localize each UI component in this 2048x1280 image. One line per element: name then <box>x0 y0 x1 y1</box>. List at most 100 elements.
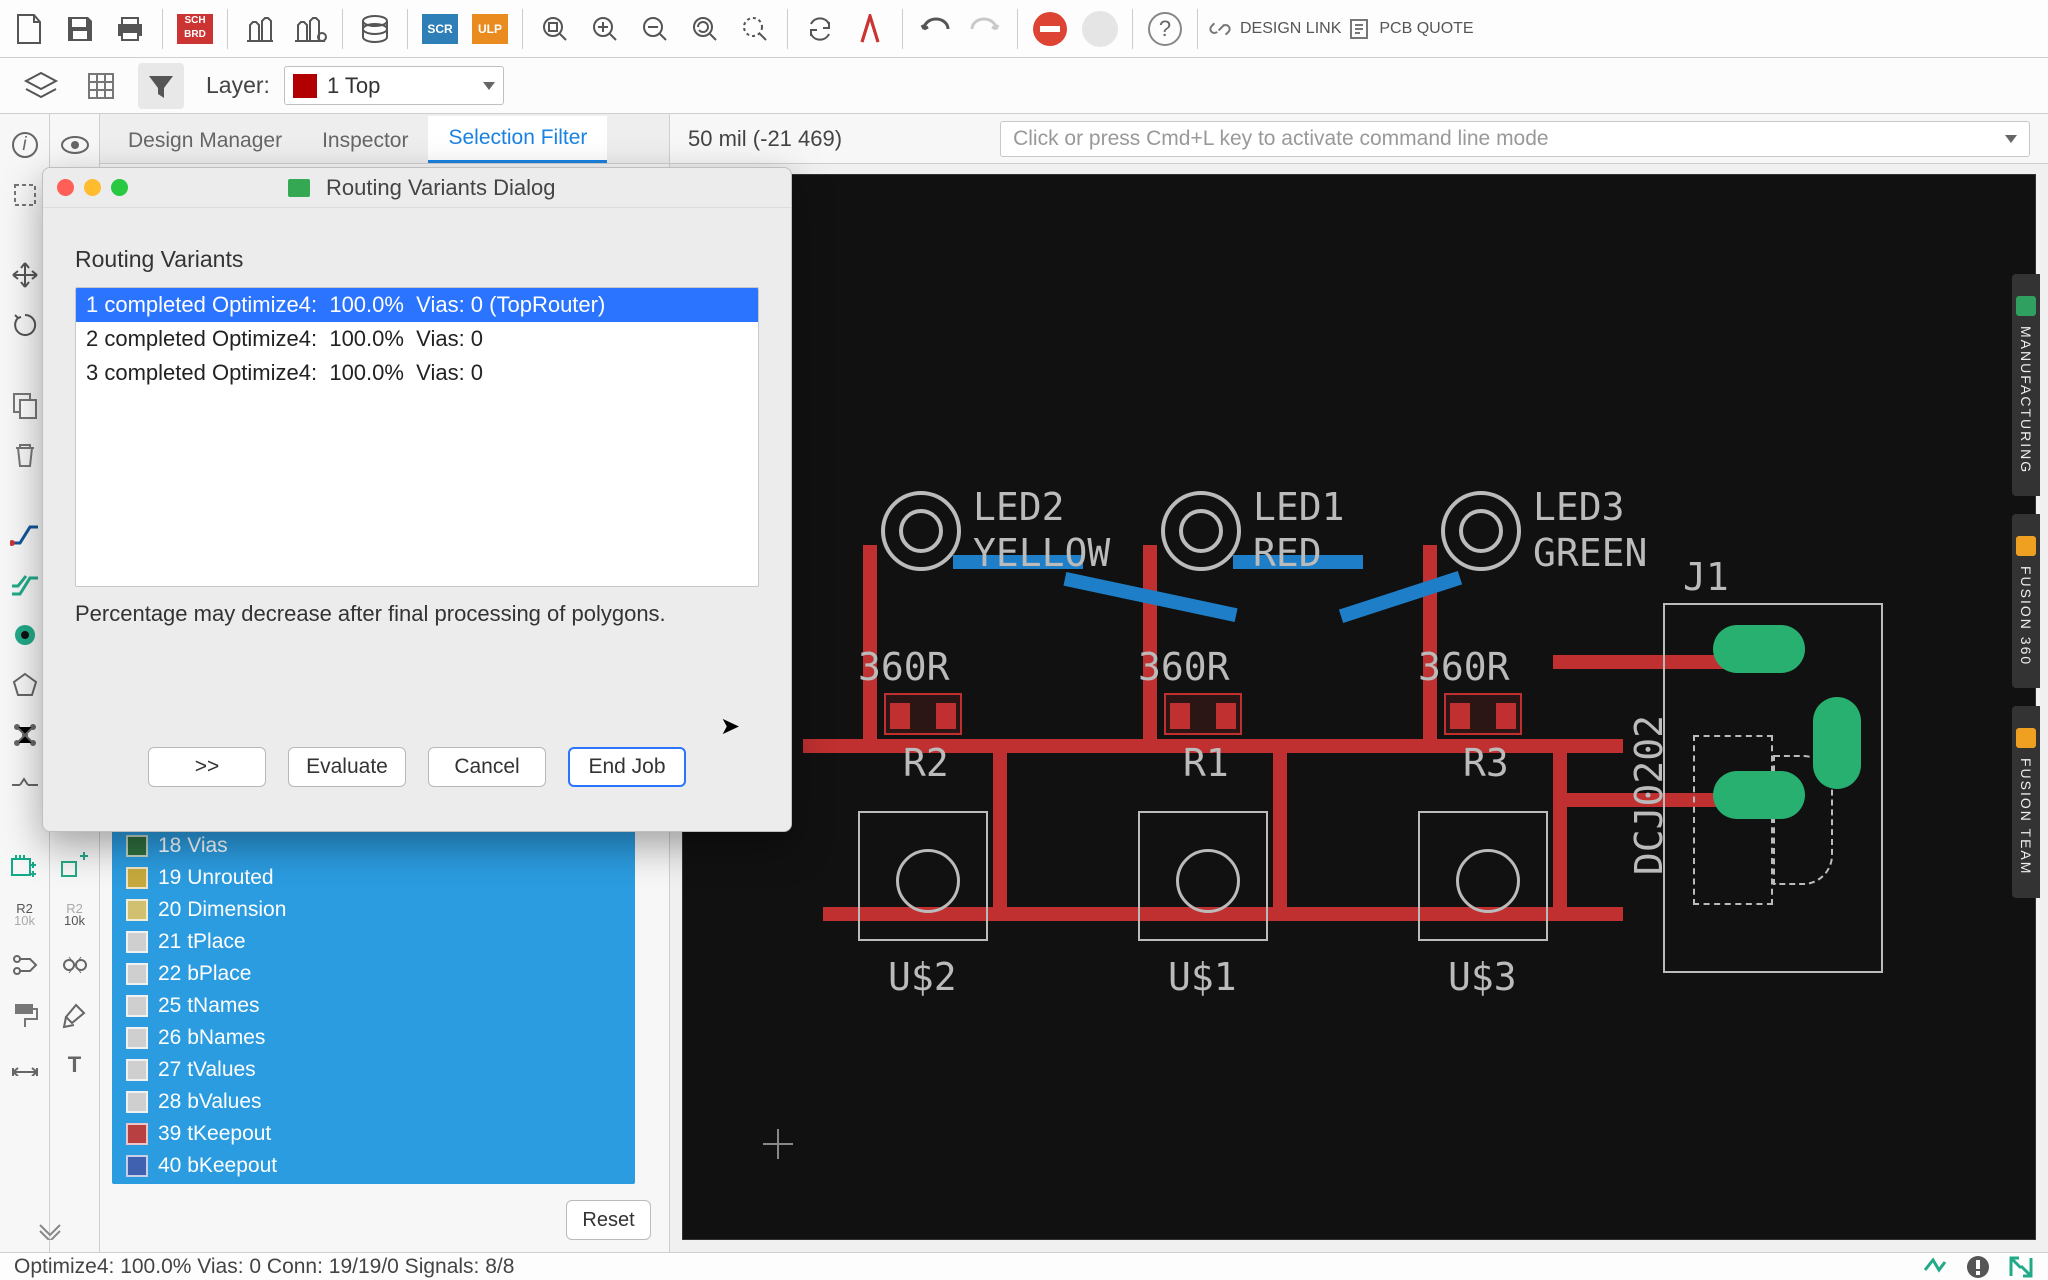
route-tool-icon[interactable] <box>3 510 47 560</box>
variant-row[interactable]: 1 completed Optimize4: 100.0% Vias: 0 (T… <box>76 288 758 322</box>
minimize-icon[interactable] <box>84 179 101 196</box>
r1-name: R1 <box>1183 741 1229 785</box>
led3-name: LED3 <box>1533 485 1625 529</box>
undo-icon[interactable] <box>913 7 957 51</box>
tab-selection-filter[interactable]: Selection Filter <box>428 116 607 163</box>
design-link-button[interactable]: DESIGN LINK <box>1208 17 1341 41</box>
layer-color-chip <box>126 835 148 857</box>
led2-color: YELLOW <box>973 531 1110 575</box>
name-tool-icon[interactable]: R210k <box>3 890 47 940</box>
zoom-redraw-icon[interactable] <box>683 7 727 51</box>
layer-select[interactable]: 1 Top <box>284 66 504 105</box>
paintroller-icon[interactable] <box>3 990 47 1040</box>
u2-name: U$2 <box>888 955 957 999</box>
dialog-hint: Percentage may decrease after final proc… <box>75 601 759 627</box>
zoom-out-icon[interactable] <box>633 7 677 51</box>
u3-symbol <box>1418 811 1548 941</box>
variant-row[interactable]: 3 completed Optimize4: 100.0% Vias: 0 <box>76 356 758 390</box>
show-tool-icon[interactable] <box>53 120 97 170</box>
layer-item[interactable]: 26 bNames <box>112 1022 635 1054</box>
next-button[interactable]: >> <box>148 747 266 787</box>
cam-icon[interactable] <box>238 7 282 51</box>
sch-brd-icon[interactable]: SCHBRD <box>173 7 217 51</box>
pcb-quote-button[interactable]: PCB QUOTE <box>1347 17 1473 41</box>
close-icon[interactable] <box>57 179 74 196</box>
layer-item[interactable]: 39 tKeepout <box>112 1118 635 1150</box>
delete-tool-icon[interactable] <box>3 430 47 480</box>
via-tool-icon[interactable] <box>3 610 47 660</box>
filter-icon[interactable] <box>138 63 184 109</box>
gateswap-icon[interactable] <box>53 940 97 990</box>
cancel-button[interactable]: Cancel <box>428 747 546 787</box>
sync-icon[interactable] <box>798 7 842 51</box>
evaluate-button[interactable]: Evaluate <box>288 747 406 787</box>
j1-pad-1 <box>1713 625 1805 673</box>
u2-symbol <box>858 811 988 941</box>
move-tool-icon[interactable] <box>3 250 47 300</box>
layer-item[interactable]: 40 bKeepout <box>112 1150 635 1182</box>
attribute-icon[interactable] <box>53 990 97 1040</box>
expand-status-icon[interactable] <box>2008 1255 2034 1279</box>
library-icon[interactable] <box>353 7 397 51</box>
dialog-titlebar[interactable]: Routing Variants Dialog <box>43 168 791 208</box>
expand-tools-icon[interactable] <box>0 1214 100 1250</box>
redo-icon[interactable] <box>963 7 1007 51</box>
layer-item[interactable]: 28 bValues <box>112 1086 635 1118</box>
net-tool-icon[interactable] <box>3 710 47 760</box>
variants-listbox[interactable]: 1 completed Optimize4: 100.0% Vias: 0 (T… <box>75 287 759 587</box>
pinswap-tool-icon[interactable] <box>3 940 47 990</box>
ripup-tool-icon[interactable] <box>3 760 47 810</box>
zoom-in-icon[interactable] <box>583 7 627 51</box>
polygon-tool-icon[interactable] <box>3 660 47 710</box>
value-tool-icon[interactable]: R210k <box>53 890 97 940</box>
dock-fusion360[interactable]: FUSION 360 <box>2012 514 2040 688</box>
new-file-icon[interactable] <box>8 7 52 51</box>
zoom-select-icon[interactable] <box>733 7 777 51</box>
end-job-button[interactable]: End Job <box>568 747 686 787</box>
ulp-icon[interactable]: ULP <box>468 7 512 51</box>
pcb-canvas[interactable]: LED2 YELLOW LED1 RED LED3 GREEN 360R 360… <box>682 174 2036 1240</box>
zoom-fit-icon[interactable] <box>533 7 577 51</box>
help-icon[interactable]: ? <box>1143 7 1187 51</box>
layer-color-chip <box>126 995 148 1017</box>
add-part-icon[interactable] <box>3 840 47 890</box>
replace-icon[interactable] <box>53 840 97 890</box>
scr-icon[interactable]: SCR <box>418 7 462 51</box>
errors-icon[interactable] <box>848 7 892 51</box>
layer-item[interactable]: 20 Dimension <box>112 894 635 926</box>
print-icon[interactable] <box>108 7 152 51</box>
tab-inspector[interactable]: Inspector <box>302 119 428 163</box>
status-bar: Optimize4: 100.0% Vias: 0 Conn: 19/19/0 … <box>0 1252 2048 1280</box>
layer-item[interactable]: 18 Vias <box>112 830 635 862</box>
reset-button[interactable]: Reset <box>566 1200 651 1240</box>
variant-row[interactable]: 2 completed Optimize4: 100.0% Vias: 0 <box>76 322 758 356</box>
go-icon[interactable] <box>1078 7 1122 51</box>
cam-processor-icon[interactable] <box>288 7 332 51</box>
dimension-tool-icon[interactable] <box>3 1040 47 1090</box>
r1-value: 360R <box>1138 645 1230 689</box>
layers-icon[interactable] <box>18 63 64 109</box>
command-input[interactable]: Click or press Cmd+L key to activate com… <box>1000 121 2030 157</box>
tab-design-manager[interactable]: Design Manager <box>108 119 302 163</box>
layer-item[interactable]: 25 tNames <box>112 990 635 1022</box>
layer-item[interactable]: 19 Unrouted <box>112 862 635 894</box>
text-tool-icon[interactable]: T <box>53 1040 97 1090</box>
save-icon[interactable] <box>58 7 102 51</box>
stop-icon[interactable] <box>1028 7 1072 51</box>
layer-item[interactable]: 22 bPlace <box>112 958 635 990</box>
dock-manufacturing[interactable]: MANUFACTURING <box>2012 274 2040 496</box>
grid-icon[interactable] <box>78 63 124 109</box>
route-multi-icon[interactable] <box>3 560 47 610</box>
layer-item-label: 20 Dimension <box>158 898 286 922</box>
layer-item[interactable]: 27 tValues <box>112 1054 635 1086</box>
command-placeholder: Click or press Cmd+L key to activate com… <box>1013 127 1549 151</box>
led1-symbol <box>1161 491 1241 571</box>
copy-tool-icon[interactable] <box>3 380 47 430</box>
layer-item[interactable]: 21 tPlace <box>112 926 635 958</box>
select-tool-icon[interactable] <box>3 170 47 220</box>
info-tool-icon[interactable]: i <box>3 120 47 170</box>
dock-fusion-team[interactable]: FUSION TEAM <box>2012 706 2040 897</box>
maximize-icon[interactable] <box>111 179 128 196</box>
rotate-tool-icon[interactable] <box>3 300 47 350</box>
layer-item-label: 27 tValues <box>158 1058 256 1082</box>
